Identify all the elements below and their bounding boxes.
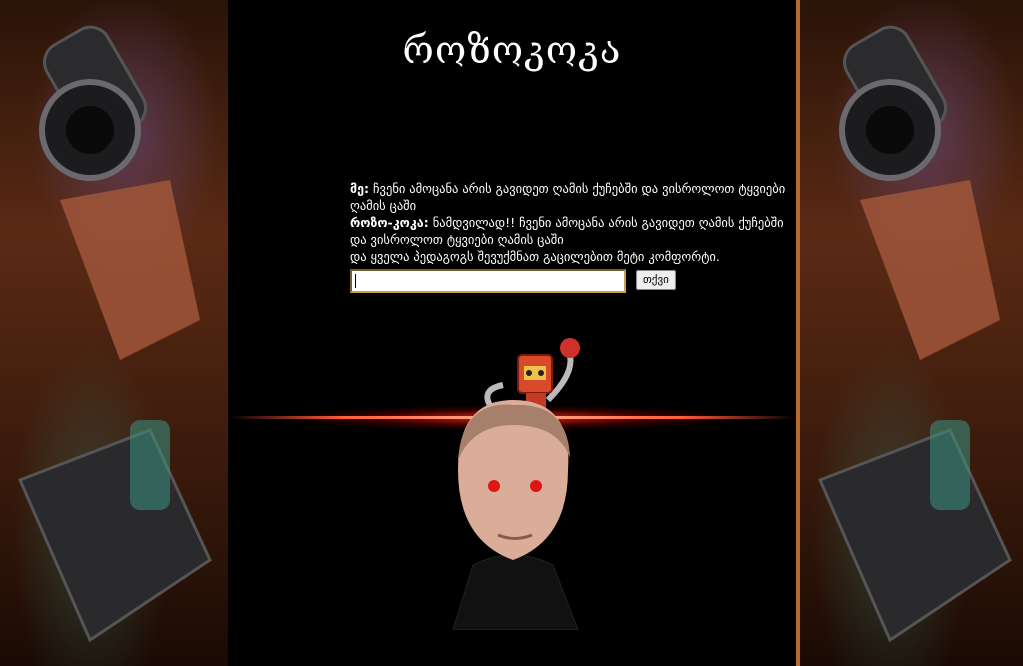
robot-avatar-image	[452, 338, 580, 630]
chat-log: მე: ჩვენი ამოცანა არის გავიდეთ ღამის ქუჩ…	[350, 180, 796, 265]
bot-message-row: როზო-კოკა: ნამდვილად!! ჩვენი ამოცანა არი…	[350, 214, 796, 248]
message-input[interactable]	[350, 269, 626, 293]
bot-label: როზო-კოკა:	[350, 215, 429, 230]
user-label: მე:	[350, 181, 370, 196]
user-message-text: ჩვენი ამოცანა არის გავიდეთ ღამის ქუჩებში…	[350, 181, 786, 213]
right-decorative-panel	[796, 0, 1023, 666]
text-caret	[355, 274, 356, 288]
page-title: როზოკოკა	[402, 28, 622, 72]
robot-artwork-left	[17, 25, 212, 643]
user-message-row: მე: ჩვენი ამოცანა არის გავიდეთ ღამის ქუჩ…	[350, 180, 796, 214]
left-decorative-panel	[0, 0, 232, 666]
main-content: როზოკოკა მე: ჩვენი ამოცანა არის გავიდეთ …	[228, 0, 796, 666]
send-button[interactable]: თქვი	[636, 270, 676, 290]
robot-artwork-right	[817, 25, 1012, 643]
chat-form: თქვი	[350, 268, 796, 294]
bot-message-continuation: და ყველა პედაგოგს შევუქმნათ გაცილებით მე…	[350, 249, 720, 264]
